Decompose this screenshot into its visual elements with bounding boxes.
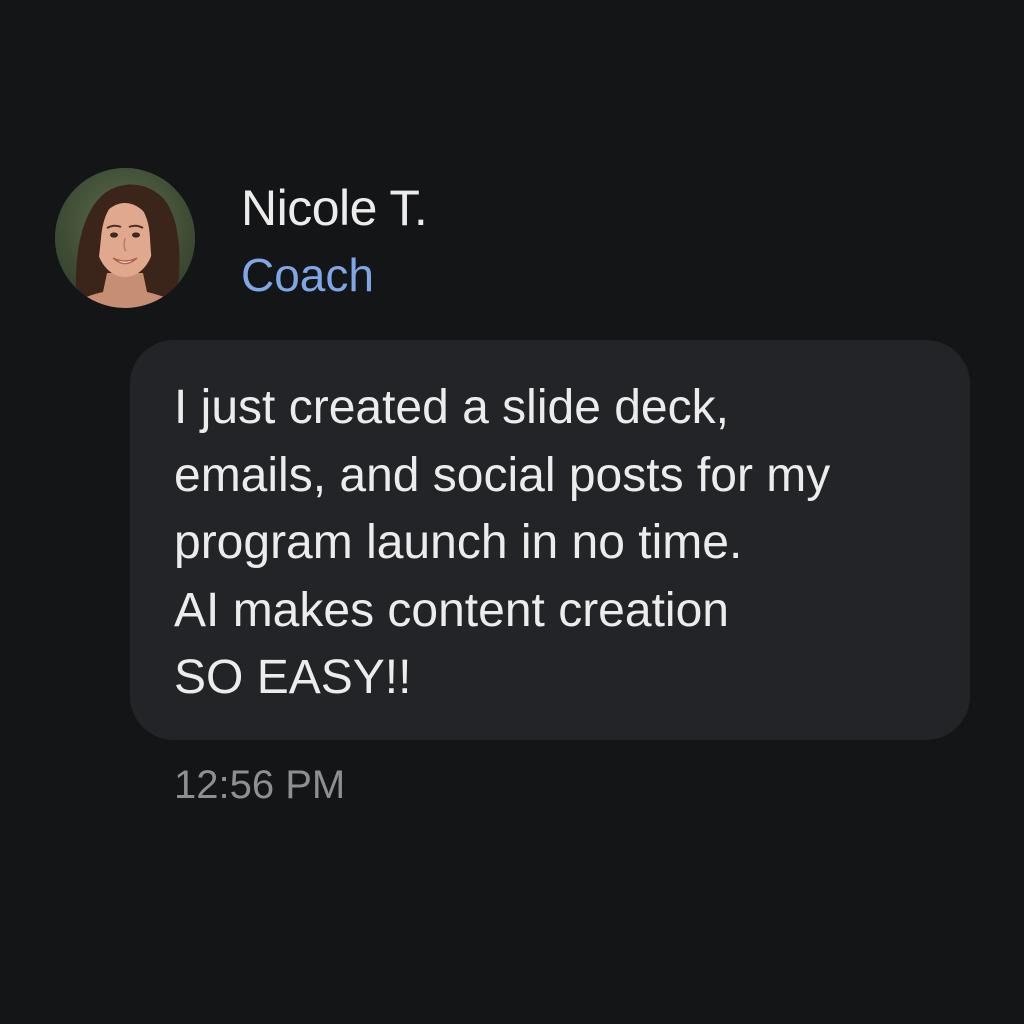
profile-photo-icon	[55, 168, 195, 308]
message-text: I just created a slide deck, emails, and…	[174, 374, 830, 712]
message-timestamp: 12:56 PM	[174, 763, 346, 807]
message-line: SO EASY!!	[174, 651, 412, 704]
message-line: I just created a slide deck,	[174, 381, 729, 434]
message-line: program launch in no time.	[174, 516, 743, 569]
sender-name[interactable]: Nicole T.	[241, 178, 428, 238]
avatar[interactable]	[55, 168, 195, 308]
sender-role: Coach	[241, 249, 374, 301]
message-line: emails, and social posts for my	[174, 448, 831, 502]
message-line: AI makes content creation	[174, 583, 729, 637]
